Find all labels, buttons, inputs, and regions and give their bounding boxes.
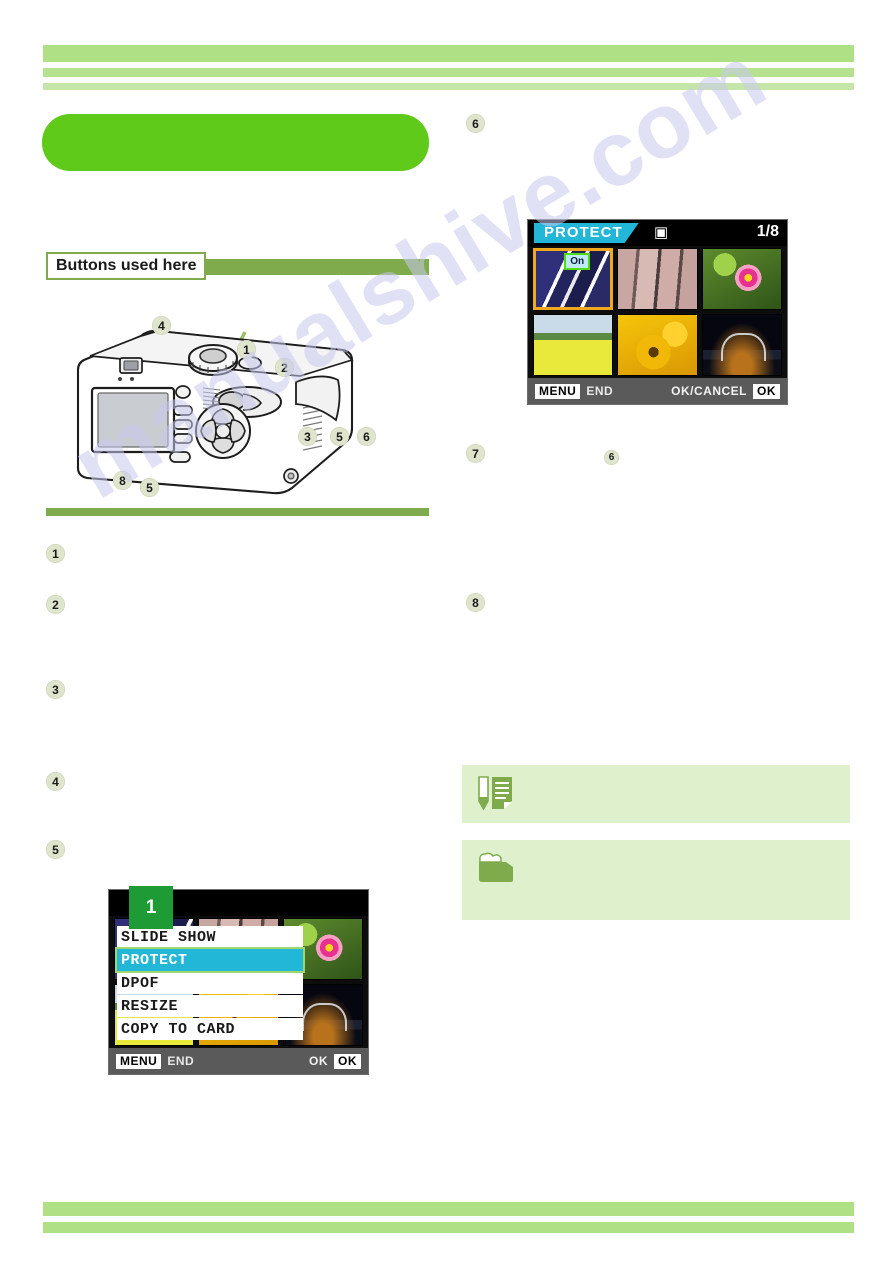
- camera-callout-4: 4: [152, 316, 171, 335]
- camera-icon: ▣: [654, 224, 669, 241]
- step-badge-1: 1: [46, 544, 65, 563]
- buttons-used-here-header: Buttons used here: [46, 252, 429, 282]
- step-badge-2: 2: [46, 595, 65, 614]
- step-badge-6-inline: 6: [604, 450, 619, 465]
- step-badge-7: 7: [466, 444, 485, 463]
- playback-menu-list: SLIDE SHOW PROTECT DPOF RESIZE COPY TO C…: [115, 926, 305, 1041]
- thumbnail-item[interactable]: [617, 248, 698, 310]
- header-rule-primary: [43, 45, 854, 62]
- header-rule-tertiary: [43, 83, 854, 90]
- memo-pencil-icon: [478, 776, 512, 811]
- header-rule-secondary: [43, 68, 854, 77]
- step-badge-5: 5: [46, 840, 65, 859]
- lcd-screenshot-protect: PROTECT ▣ 1/8 On MENU END OK/CANCEL OK: [527, 219, 788, 405]
- menu-item-copy-to-card[interactable]: COPY TO CARD: [117, 1018, 303, 1040]
- section-divider-rule: [46, 508, 429, 516]
- menu-step-badge: 1: [129, 886, 173, 929]
- menu-key-chip: MENU: [535, 383, 581, 399]
- camera-body-svg: [76, 323, 354, 495]
- thumbnail-item[interactable]: [617, 314, 698, 376]
- note-box-memo: [462, 765, 850, 823]
- step-badge-4: 4: [46, 772, 65, 791]
- thumbnail-item[interactable]: [533, 314, 614, 376]
- footer-rule-secondary: [43, 1222, 854, 1233]
- camera-callout-3: 3: [298, 427, 317, 446]
- camera-callout-5b: 5: [140, 478, 159, 497]
- menu-item-protect[interactable]: PROTECT: [115, 947, 305, 973]
- ok-cancel-label: OK/CANCEL: [671, 384, 747, 398]
- lcd-protect-footer: MENU END OK/CANCEL OK: [528, 378, 787, 404]
- camera-callout-5a: 5: [330, 427, 349, 446]
- folder-icon: [479, 852, 513, 882]
- page-title: [42, 114, 429, 130]
- menu-item-resize[interactable]: RESIZE: [117, 995, 303, 1017]
- lcd-protect-header: PROTECT ▣ 1/8: [528, 220, 787, 246]
- page-title-banner: [42, 114, 429, 171]
- camera-callout-1: 1: [237, 340, 256, 359]
- ok-label: OK: [309, 1054, 328, 1068]
- camera-callout-6: 6: [357, 427, 376, 446]
- menu-item-dpof[interactable]: DPOF: [117, 972, 303, 994]
- ok-key-chip: OK: [753, 383, 780, 399]
- thumbnail-grid: On: [528, 246, 787, 378]
- footer-rule-primary: [43, 1202, 854, 1216]
- lcd-menu-footer: MENU END OK OK: [109, 1048, 368, 1074]
- ok-key-chip: OK: [334, 1053, 361, 1069]
- protect-mode-tag: PROTECT: [534, 223, 639, 243]
- lock-icon: On: [564, 253, 591, 270]
- buttons-used-here-label: Buttons used here: [56, 257, 197, 274]
- menu-key-chip: MENU: [116, 1053, 162, 1069]
- four-way-pad-icon: [195, 403, 251, 459]
- menu-item-slide-show[interactable]: SLIDE SHOW: [117, 926, 303, 948]
- thumbnail-item[interactable]: On: [533, 248, 614, 310]
- step-badge-6: 6: [466, 114, 485, 133]
- lcd-screenshot-playback-menu: 1 SLIDE SHOW PROTECT DPOF RESIZE COPY TO…: [108, 886, 369, 1075]
- step-badge-3: 3: [46, 680, 65, 699]
- camera-callout-8: 8: [113, 471, 132, 490]
- menu-end-label: END: [586, 384, 614, 398]
- camera-callout-2: 2: [275, 358, 294, 377]
- manual-page: Buttons used here 4 1 2 3 5 6 8 5 1 2 3 …: [0, 0, 893, 1263]
- camera-illustration: [60, 300, 430, 500]
- thumbnail-item[interactable]: [701, 314, 782, 376]
- note-box-reference: [462, 840, 850, 920]
- mode-dial-icon: [188, 344, 238, 376]
- frame-counter: 1/8: [756, 223, 779, 240]
- step-badge-8: 8: [466, 593, 485, 612]
- menu-end-label: END: [167, 1054, 195, 1068]
- buttons-used-here-box: Buttons used here: [46, 252, 207, 280]
- thumbnail-item[interactable]: [701, 248, 782, 310]
